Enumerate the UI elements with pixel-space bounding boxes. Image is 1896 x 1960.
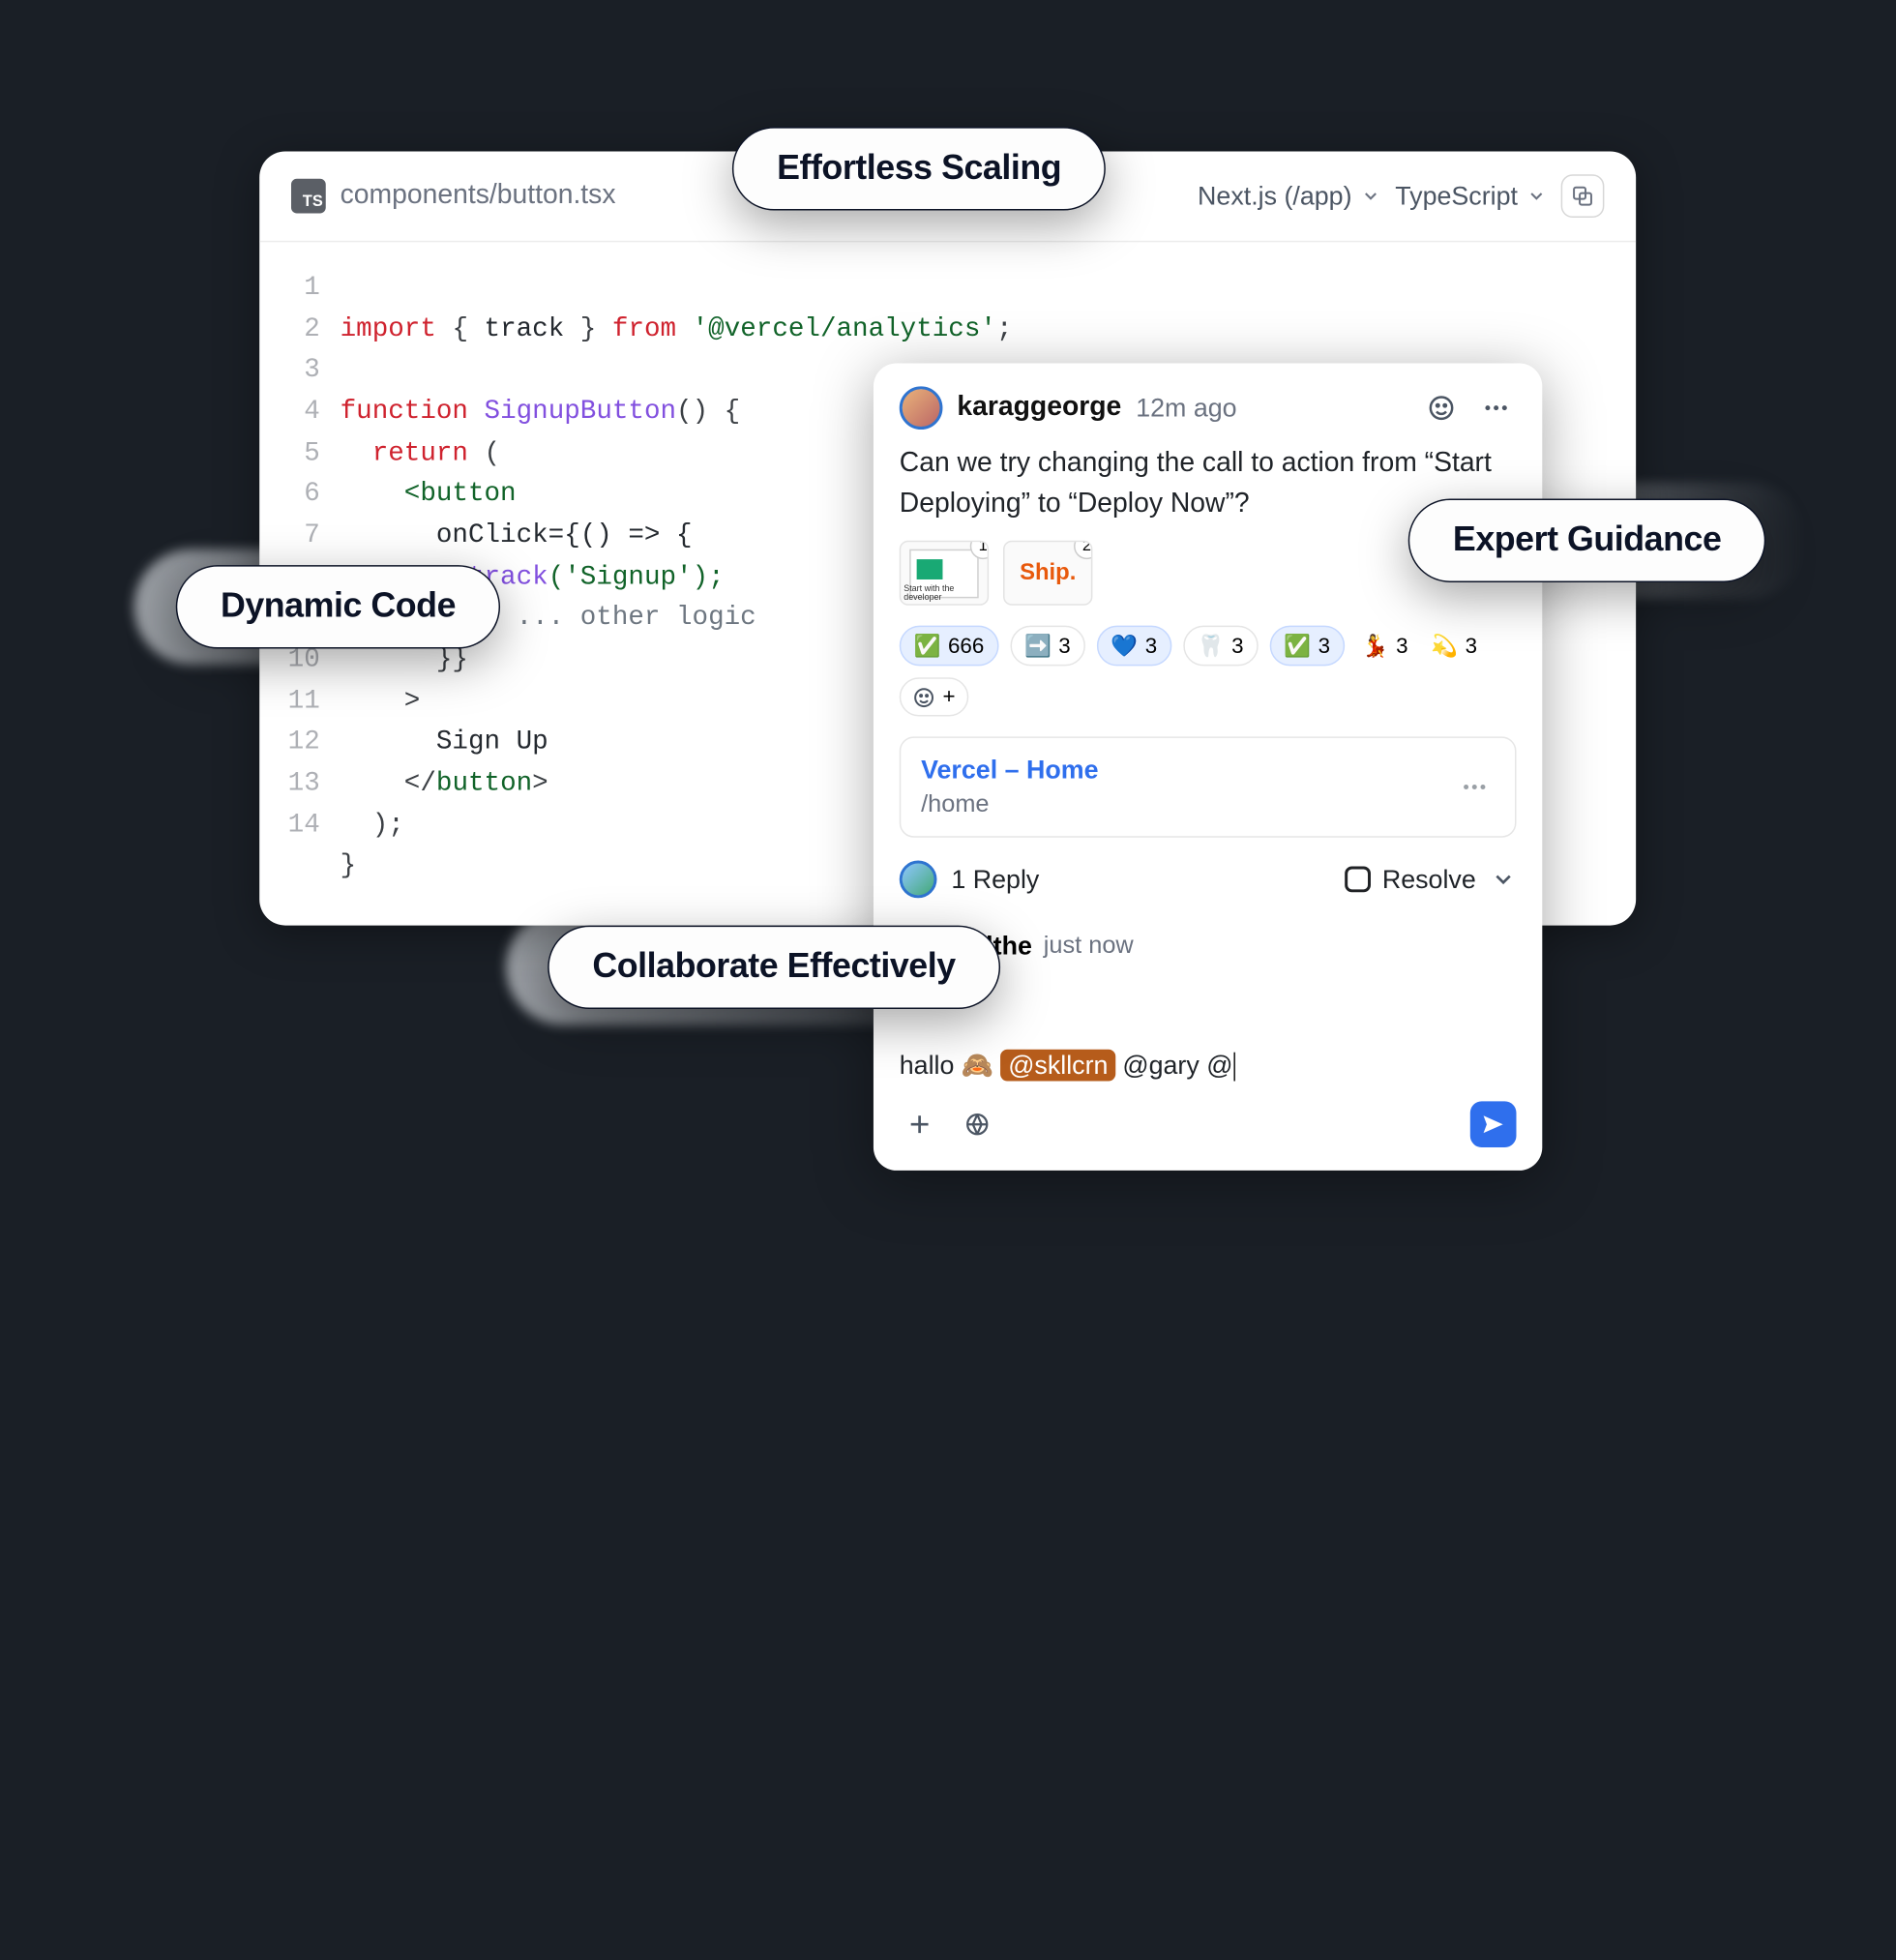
link-title: Vercel – Home	[921, 756, 1454, 786]
copy-icon	[1571, 185, 1594, 208]
label-pill-collab: Collaborate Effectively	[548, 926, 1000, 1009]
label-pill-expert: Expert Guidance	[1408, 499, 1766, 582]
thumb-badge: 2	[1074, 541, 1092, 559]
checkbox-icon	[1345, 867, 1371, 893]
reaction-pill[interactable]: 🦷3	[1183, 626, 1259, 667]
reply-count[interactable]: 1 Reply	[951, 864, 1330, 894]
ai-button[interactable]	[957, 1105, 997, 1145]
send-button[interactable]	[1470, 1102, 1517, 1148]
reaction-pill[interactable]: 💫3	[1425, 627, 1483, 665]
avatar[interactable]	[900, 386, 943, 430]
text-cursor	[1234, 1053, 1235, 1082]
more-icon	[1482, 394, 1511, 423]
subreply-timestamp: just now	[1044, 932, 1134, 961]
reaction-pill[interactable]: ➡️3	[1010, 626, 1085, 667]
attachment-thumb[interactable]: Start with the developer 1	[900, 541, 989, 606]
comment-timestamp: 12m ago	[1136, 393, 1236, 423]
label-pill-scaling: Effortless Scaling	[732, 127, 1106, 210]
chevron-down-icon	[1526, 186, 1547, 206]
mention-text: @gary	[1122, 1051, 1199, 1080]
add-attachment-button[interactable]	[900, 1105, 940, 1145]
reaction-pill[interactable]: 💃3	[1356, 627, 1414, 665]
smile-icon	[1427, 394, 1456, 423]
comment-username: karaggeorge	[957, 392, 1121, 424]
emoji-button[interactable]	[1421, 388, 1462, 429]
mention-text: @	[1206, 1051, 1232, 1080]
copy-button[interactable]	[1561, 174, 1605, 218]
comment-header: karaggeorge 12m ago	[900, 386, 1517, 430]
smile-plus-icon	[912, 686, 935, 709]
plus-icon	[906, 1112, 933, 1138]
reaction-pill[interactable]: ✅666	[900, 626, 998, 667]
attachment-thumb[interactable]: Ship. 2	[1003, 541, 1092, 606]
comment-card: karaggeorge 12m ago Can we try changing …	[874, 363, 1542, 1171]
add-reaction-button[interactable]: +	[900, 677, 968, 716]
typescript-file-icon: TS	[291, 179, 326, 214]
reactions-row: ✅666 ➡️3 💙3 🦷3 ✅3 💃3 💫3 +	[900, 626, 1517, 717]
composer-text[interactable]: hallo 🙈 @skllcrn @gary @	[900, 1051, 1517, 1082]
framework-dropdown[interactable]: Next.js (/app)	[1198, 181, 1380, 211]
more-icon	[1460, 773, 1489, 802]
reply-row: 1 Reply Resolve	[900, 861, 1517, 899]
aperture-icon	[964, 1112, 991, 1138]
reply-avatar[interactable]	[900, 861, 937, 899]
link-more-button[interactable]	[1454, 767, 1495, 808]
label-pill-dynamic: Dynamic Code	[176, 565, 500, 648]
chevron-down-icon[interactable]	[1491, 867, 1517, 893]
language-dropdown[interactable]: TypeScript	[1395, 181, 1547, 211]
mention-pill[interactable]: @skllcrn	[1001, 1050, 1115, 1082]
more-button[interactable]	[1476, 388, 1517, 429]
reaction-pill[interactable]: ✅3	[1269, 626, 1345, 667]
file-path: components/button.tsx	[341, 180, 616, 212]
link-card[interactable]: Vercel – Home /home	[900, 737, 1517, 838]
link-path: /home	[921, 790, 1454, 819]
send-icon	[1480, 1112, 1506, 1138]
comment-composer[interactable]: hallo 🙈 @skllcrn @gary @	[900, 1051, 1517, 1147]
reaction-pill[interactable]: 💙3	[1097, 626, 1172, 667]
emoji-inline: 🙈	[962, 1051, 993, 1080]
resolve-button[interactable]: Resolve	[1345, 864, 1476, 894]
chevron-down-icon	[1360, 186, 1380, 206]
